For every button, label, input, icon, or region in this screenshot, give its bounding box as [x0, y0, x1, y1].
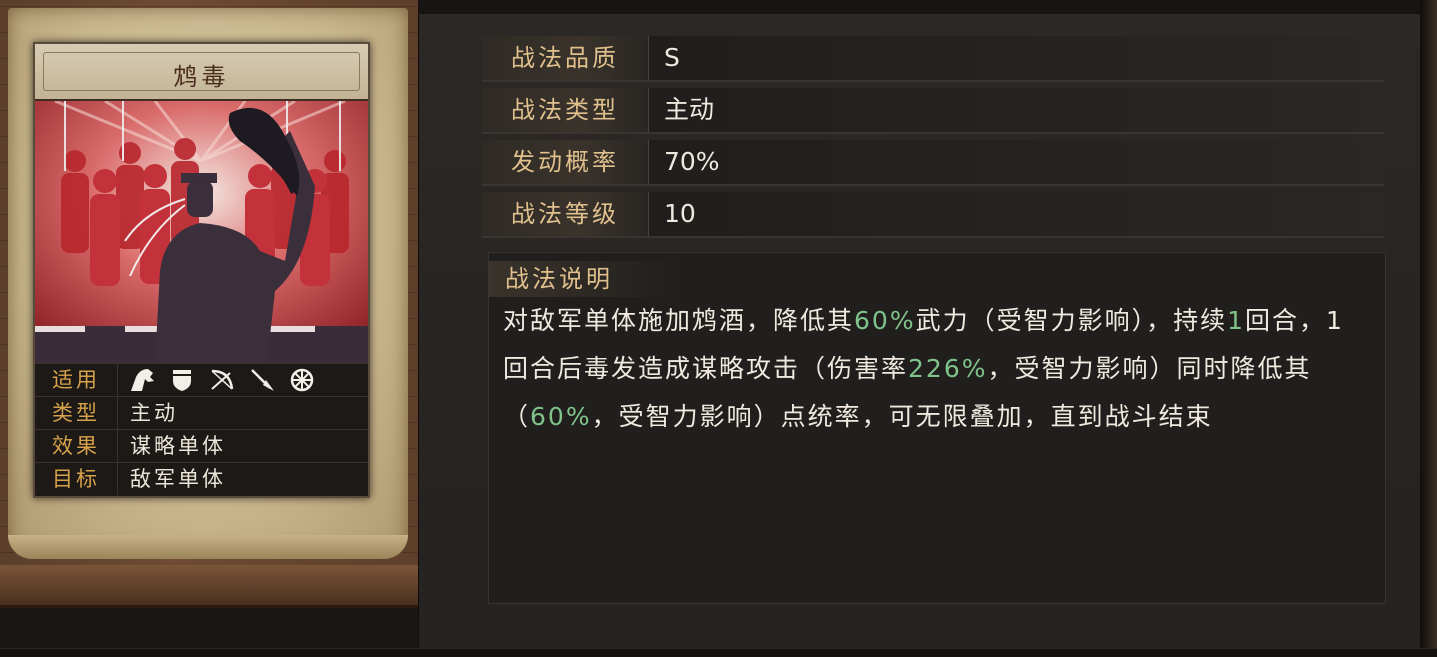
right-edge	[1420, 0, 1437, 657]
info-label: 发动概率	[482, 140, 649, 184]
prop-value: 谋略单体	[130, 434, 226, 458]
prop-label: 类型	[35, 397, 118, 429]
card-properties: 适用 类型 主动 效果 谋略单体 目标 敌军单体	[35, 363, 368, 496]
desc-segment: 对敌军单体施加鸩酒，降低其	[503, 306, 855, 335]
description-box: 战法说明 对敌军单体施加鸩酒，降低其60%武力（受智力影响），持续1回合，1回合…	[488, 252, 1386, 604]
shield-icon	[167, 366, 197, 394]
info-row-probability: 发动概率 70%	[482, 140, 1384, 186]
desc-highlight: 60%	[854, 306, 916, 335]
description-text: 对敌军单体施加鸩酒，降低其60%武力（受智力影响），持续1回合，1回合后毒发造成…	[503, 297, 1369, 441]
info-row-quality: 战法品质 S	[482, 36, 1384, 82]
prop-label: 适用	[35, 364, 118, 396]
desc-highlight: 226%	[908, 354, 988, 383]
description-label: 战法说明	[505, 265, 613, 293]
bow-icon	[207, 366, 237, 394]
top-strip	[418, 0, 1420, 14]
prop-value: 敌军单体	[130, 467, 226, 491]
info-value: 主动	[664, 95, 715, 124]
spear-icon	[247, 366, 277, 394]
scroll-roller	[0, 565, 425, 608]
info-row-level: 战法等级 10	[482, 192, 1384, 238]
prop-label: 目标	[35, 463, 118, 495]
info-label: 战法类型	[482, 88, 649, 132]
skill-card[interactable]: 鸩毒 适用 类型 主动 效果 谋略单体 目标 敌军单体	[33, 42, 370, 498]
prop-row-type: 类型 主动	[35, 396, 368, 429]
desc-highlight: 1	[1227, 306, 1246, 335]
card-title-bar: 鸩毒	[35, 44, 368, 101]
desc-highlight: 60%	[530, 402, 592, 431]
desc-segment: 武力（受智力影响），持续	[915, 306, 1228, 335]
info-label: 战法等级	[482, 192, 649, 236]
skill-artwork	[35, 101, 368, 363]
skill-name: 鸩毒	[173, 63, 230, 91]
troop-type-icons	[127, 366, 317, 394]
desc-segment: ，受智力影响）点统率，可无限叠加，直到战斗结束	[591, 402, 1213, 431]
prop-value: 主动	[130, 401, 178, 425]
prop-row-effect: 效果 谋略单体	[35, 429, 368, 462]
info-value: 70%	[664, 147, 720, 176]
prop-row-target: 目标 敌军单体	[35, 462, 368, 495]
info-row-type: 战法类型 主动	[482, 88, 1384, 134]
prop-label: 效果	[35, 430, 118, 462]
prop-row-applicable: 适用	[35, 363, 368, 396]
wheel-icon	[287, 366, 317, 394]
cavalry-icon	[127, 366, 157, 394]
bottom-bar	[0, 648, 1437, 657]
artwork-svg	[35, 101, 368, 363]
skill-detail-screen: 鸩毒 适用 类型 主动 效果 谋略单体 目标 敌军单体 战法品质 S 战法类型 …	[0, 0, 1437, 657]
info-value: 10	[664, 199, 696, 228]
info-value: S	[664, 43, 680, 72]
info-label: 战法品质	[482, 36, 649, 80]
